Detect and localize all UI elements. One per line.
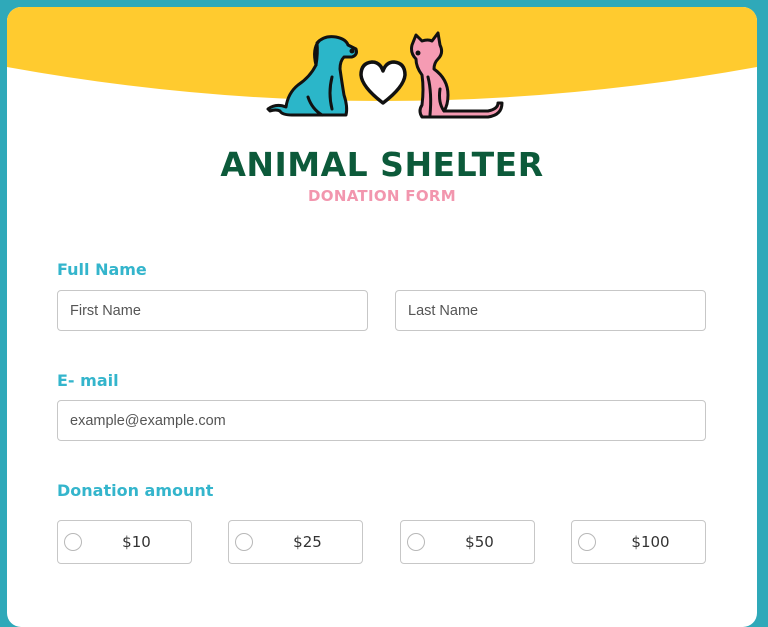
donation-option-10[interactable]: $10: [57, 520, 192, 564]
donation-option-label: $10: [122, 533, 151, 551]
full-name-label: Full Name: [57, 260, 147, 279]
donation-option-label: $50: [465, 533, 494, 551]
email-input[interactable]: [57, 400, 706, 441]
email-label: E- mail: [57, 371, 119, 390]
page-subtitle: DONATION FORM: [308, 187, 456, 205]
radio-button[interactable]: [407, 533, 425, 551]
radio-button[interactable]: [64, 533, 82, 551]
dog-heart-cat-icon: [266, 31, 504, 119]
dog-icon: [266, 35, 358, 117]
donation-option-50[interactable]: $50: [400, 520, 535, 564]
radio-button[interactable]: [235, 533, 253, 551]
radio-button[interactable]: [578, 533, 596, 551]
form-card: ANIMAL SHELTER DONATION FORM Full Name E…: [7, 7, 757, 627]
donation-option-label: $100: [631, 533, 670, 551]
donation-option-label: $25: [293, 533, 322, 551]
cat-icon: [410, 31, 504, 119]
donation-option-100[interactable]: $100: [571, 520, 706, 564]
last-name-input[interactable]: [395, 290, 706, 331]
first-name-input[interactable]: [57, 290, 368, 331]
donation-option-25[interactable]: $25: [228, 520, 363, 564]
donation-amount-label: Donation amount: [57, 481, 214, 500]
page-title: ANIMAL SHELTER: [220, 145, 544, 184]
heart-icon: [359, 60, 407, 105]
